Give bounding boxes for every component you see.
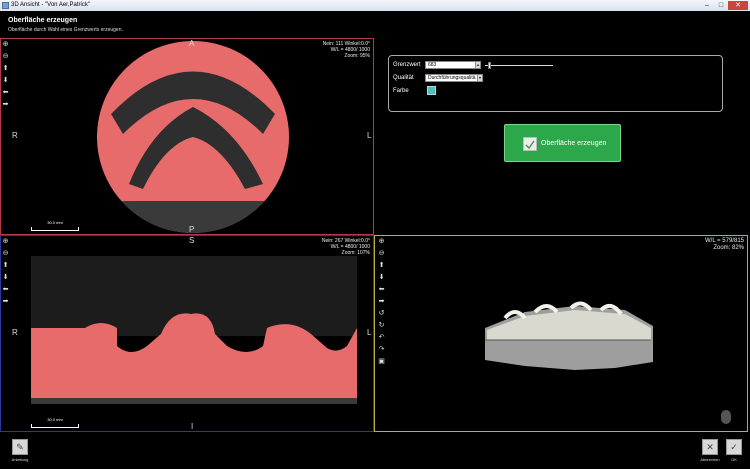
threshold-input[interactable]: 683 (425, 61, 480, 69)
orientation-right: L (367, 328, 372, 337)
close-icon: ✕ (706, 442, 714, 452)
orientation-left: R (12, 131, 18, 140)
orientation-left: R (12, 328, 18, 337)
chevron-down-icon[interactable]: ▾ (477, 74, 483, 82)
help-button[interactable]: ✎ (12, 439, 28, 455)
settings-box: Grenzwert 683 ▴ Qualität Durchführungsqu… (388, 55, 723, 112)
page-title: Oberfläche erzeugen (8, 17, 78, 24)
help-label: Anleitung (11, 457, 29, 462)
3d-info: W/L = 579/815 Zoom: 82% (705, 238, 744, 252)
view-3d[interactable]: ⊕ ⊖ ⬆ ⬇ ⬅ ➡ ↺ ↻ ↶ ↷ ▣ W/L = 579/815 Zoom: 82% (374, 235, 748, 432)
scale-bar: 30.0 mm (31, 220, 79, 231)
orientation-top: S (189, 236, 195, 245)
checkmark-icon: ✓ (730, 442, 738, 452)
threshold-slider-thumb[interactable] (488, 62, 492, 69)
settings-panel: Grenzwert 683 ▴ Qualität Durchführungsqu… (374, 39, 747, 235)
orientation-bottom: P (189, 225, 195, 234)
quality-label: Qualität (393, 75, 414, 81)
orientation-bottom: I (191, 422, 194, 431)
3d-info-wl: W/L = 579/815 (705, 238, 744, 244)
orientation-top: A (189, 39, 195, 48)
coronal-info-zoom: Zoom: 107% (341, 250, 370, 256)
coronal-view[interactable]: ⊕ ⊖ ⬆ ⬇ ⬅ ➡ Nein: 267 Winkel:0.0° W/L = 4800/… (0, 235, 374, 432)
threshold-slider[interactable] (485, 62, 553, 69)
scale-label: 30.0 mm (47, 220, 63, 225)
axial-view[interactable]: ⊕ ⊖ ⬆ ⬇ ⬅ ➡ Nein: 111 Winkel:0.0° W/L = 4800/… (0, 38, 374, 235)
checkmark-icon (523, 137, 537, 151)
window-title: 3D Ansicht - "Von Aer,Patrick" (11, 2, 90, 8)
3d-info-zoom: Zoom: 82% (713, 245, 744, 251)
maximize-button[interactable]: □ (714, 1, 728, 10)
ok-label: OK (731, 457, 737, 462)
page-subtitle: Oberfläche durch Wahl eines Grenzwerts e… (8, 27, 123, 33)
create-surface-label: Oberfläche erzeugen (541, 140, 607, 147)
ok-button[interactable]: ✓ (726, 439, 742, 455)
threshold-label: Grenzwert (393, 62, 421, 68)
page-header: Oberfläche erzeugen Oberfläche durch Wah… (0, 11, 750, 37)
window-titlebar: 3D Ansicht - "Von Aer,Patrick" – □ ✕ (0, 0, 750, 11)
orientation-right: L (367, 131, 372, 140)
quality-select[interactable]: Durchführungsqualitä (425, 74, 481, 82)
cancel-button[interactable]: ✕ (702, 439, 718, 455)
3d-model-image (485, 301, 731, 424)
axial-info-zoom: Zoom: 95% (344, 53, 370, 59)
coronal-info: Nein: 267 Winkel:0.0° W/L = 4800/ 1000 Z… (322, 238, 370, 256)
axial-image (97, 41, 289, 233)
axial-info: Nein: 111 Winkel:0.0° W/L = 4800/ 1000 Z… (323, 41, 370, 59)
coronal-image (31, 256, 357, 404)
scale-label: 30.0 mm (47, 417, 63, 422)
minimize-button[interactable]: – (700, 1, 714, 10)
app-icon (2, 2, 9, 9)
close-button[interactable]: ✕ (728, 1, 748, 10)
create-surface-button[interactable]: Oberfläche erzeugen (504, 124, 621, 162)
color-label: Farbe (393, 88, 409, 94)
color-swatch[interactable] (427, 86, 436, 95)
footer-bar: ✎ Anleitung ✕ Abbrechen ✓ OK (0, 433, 750, 469)
scale-bar: 30.0 mm (31, 417, 79, 428)
document-icon: ✎ (16, 442, 24, 452)
threshold-spinner[interactable]: ▴ (475, 61, 481, 69)
